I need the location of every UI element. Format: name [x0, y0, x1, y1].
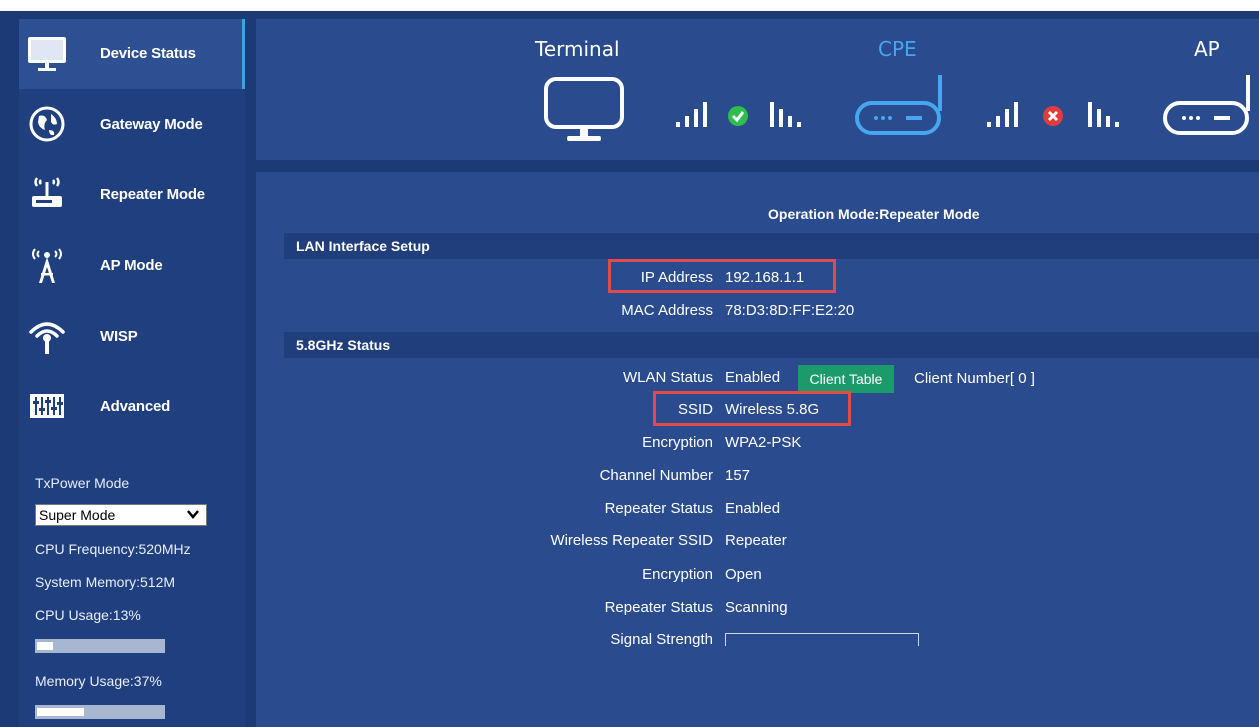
- sidebar-item-advanced[interactable]: Advanced: [19, 372, 245, 442]
- sidebar-item-label: AP Mode: [100, 257, 163, 274]
- txpower-label: TxPower Mode: [35, 475, 130, 491]
- repeater-status-value: Enabled: [725, 500, 781, 517]
- cpu-usage-fill: [37, 642, 53, 650]
- client-table-button[interactable]: Client Table: [798, 365, 894, 393]
- wireless-repeater-ssid-value: Repeater: [725, 532, 787, 549]
- repeater-encryption-label: Encryption: [642, 566, 713, 583]
- ip-address-label: IP Address: [640, 269, 713, 286]
- cpu-usage-label: CPU Usage:13%: [35, 607, 141, 623]
- cpe-label: CPE: [878, 37, 917, 61]
- sidebar: Device Status Gateway Mode Repeater Mode: [19, 19, 245, 727]
- topology-header: Terminal CPE AP: [256, 19, 1259, 160]
- signal-bars-icon: [987, 102, 1018, 127]
- check-status-icon: [728, 106, 748, 126]
- repeater-encryption-value: Open: [725, 566, 762, 583]
- wireless-repeater-ssid-label: Wireless Repeater SSID: [550, 532, 713, 549]
- sidebar-item-device-status[interactable]: Device Status: [19, 19, 245, 89]
- sidebar-item-wisp[interactable]: WISP: [19, 302, 245, 372]
- txpower-mode-select[interactable]: Super Mode: [35, 504, 207, 526]
- channel-number-value: 157: [725, 467, 751, 484]
- sidebar-item-label: Advanced: [100, 398, 171, 415]
- signal-strength-label: Signal Strength: [610, 631, 713, 648]
- sidebar-item-label: Device Status: [100, 45, 196, 62]
- repeater-scan-status-value: Scanning: [725, 599, 788, 616]
- mac-address-label: MAC Address: [621, 302, 713, 319]
- router-icon: [32, 177, 62, 207]
- lan-section-header: LAN Interface Setup: [284, 233, 1259, 259]
- ap-label: AP: [1194, 37, 1220, 61]
- lan-section-title: LAN Interface Setup: [296, 238, 430, 254]
- monitor-icon: [28, 37, 66, 71]
- sidebar-item-repeater-mode[interactable]: Repeater Mode: [19, 160, 245, 230]
- encryption-value: WPA2-PSK: [725, 434, 802, 451]
- ap-device-icon: [1163, 75, 1250, 135]
- client-number: Client Number[ 0 ]: [914, 370, 1035, 387]
- equalizer-icon: [30, 394, 64, 418]
- ssid-label: SSID: [677, 401, 713, 418]
- error-status-icon: [1043, 106, 1063, 126]
- cpu-frequency: CPU Frequency:520MHz: [35, 541, 191, 557]
- signal-bars-icon: [676, 102, 707, 127]
- ip-address-value: 192.168.1.1: [725, 269, 805, 286]
- system-memory: System Memory:512M: [35, 574, 176, 590]
- memory-usage-bar: [35, 705, 165, 719]
- txpower-select-value: Super Mode: [39, 507, 116, 523]
- terminal-monitor-icon: [544, 77, 624, 141]
- sidebar-item-label: Gateway Mode: [100, 116, 203, 133]
- sidebar-item-ap-mode[interactable]: AP Mode: [19, 231, 245, 301]
- wifi-section-header: 5.8GHz Status: [284, 332, 1259, 358]
- signal-bars-icon: [770, 102, 801, 127]
- wifi-signal-icon: [29, 322, 65, 354]
- sidebar-item-label: Repeater Mode: [100, 186, 205, 203]
- sidebar-item-label: WISP: [100, 328, 138, 345]
- memory-usage-fill: [37, 708, 84, 716]
- antenna-tower-icon: [32, 248, 62, 283]
- repeater-scan-status-label: Repeater Status: [604, 599, 713, 616]
- chevron-down-icon: [187, 510, 199, 519]
- terminal-label: Terminal: [535, 37, 620, 61]
- channel-number-label: Channel Number: [599, 467, 713, 484]
- encryption-label: Encryption: [642, 434, 713, 451]
- memory-usage-label: Memory Usage:37%: [35, 673, 162, 689]
- operation-mode: Operation Mode:Repeater Mode: [768, 206, 980, 222]
- ssid-value: Wireless 5.8G: [725, 401, 820, 418]
- wlan-status-value: Enabled: [725, 369, 781, 386]
- sidebar-item-gateway-mode[interactable]: Gateway Mode: [19, 90, 245, 160]
- cpe-device-icon: [855, 75, 942, 135]
- signal-bars-icon: [1088, 102, 1119, 127]
- repeater-status-label: Repeater Status: [604, 500, 713, 517]
- cpu-usage-bar: [35, 639, 165, 653]
- signal-strength-meter: [725, 633, 919, 646]
- wifi-section-title: 5.8GHz Status: [296, 337, 391, 353]
- status-panel: Operation Mode:Repeater Mode LAN Interfa…: [256, 172, 1259, 727]
- globe-icon: [29, 106, 65, 142]
- mac-address-value: 78:D3:8D:FF:E2:20: [725, 302, 855, 319]
- wlan-status-label: WLAN Status: [622, 369, 713, 386]
